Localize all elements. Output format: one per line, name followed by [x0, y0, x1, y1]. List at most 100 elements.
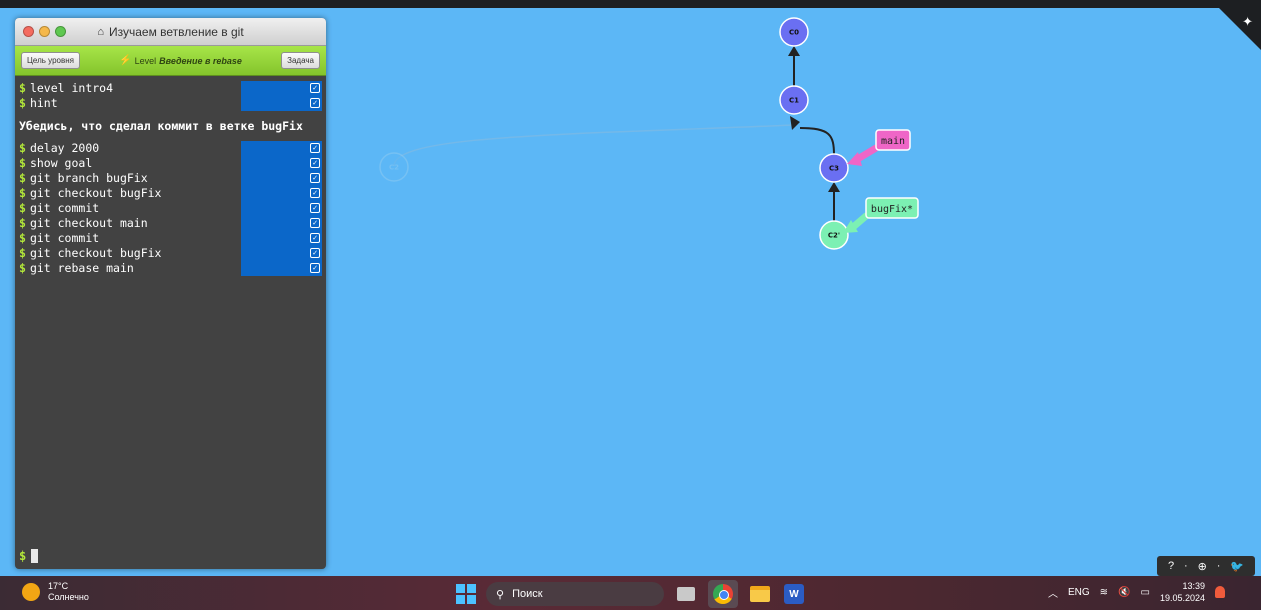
edge-c3-c1 [799, 127, 835, 156]
word-icon[interactable]: W [782, 582, 806, 606]
command-text: show goal [29, 156, 93, 170]
check-icon: ✓ [310, 98, 320, 108]
separator-dot: · [1216, 560, 1221, 572]
command-prompt[interactable]: $ [19, 549, 39, 563]
commit-node-c3[interactable]: C3 [819, 153, 849, 183]
clock-date: 19.05.2024 [1159, 593, 1206, 603]
sun-icon [22, 583, 40, 601]
terminal-titlebar[interactable]: ⌂ Изучаем ветвление в git [15, 18, 326, 46]
commit-label-c1: C1 [789, 97, 799, 105]
check-icon: ✓ [310, 263, 320, 273]
command-row: $ delay 2000 ✓ [15, 141, 326, 156]
task-button[interactable]: Задача [281, 52, 320, 69]
command-row: $ git commit ✓ [15, 231, 326, 246]
hint-message: Убедись, что сделал коммит в ветке bugFi… [19, 119, 303, 133]
branch-bugfix[interactable]: bugFix* [843, 197, 919, 233]
command-text: git branch bugFix [29, 171, 148, 185]
command-text: git checkout bugFix [29, 246, 162, 260]
home-icon: ⌂ [97, 25, 104, 38]
wifi-icon[interactable]: ≋ [1100, 587, 1108, 598]
clock-time: 13:39 [1182, 581, 1206, 591]
window-title-text: Изучаем ветвление в git [108, 24, 244, 39]
commit-label-c2-ghost: C2 [389, 164, 399, 172]
commit-node-c0[interactable]: C0 [779, 17, 809, 47]
weather-condition: Солнечно [48, 592, 89, 602]
command-row: $ level intro4 ✓ [15, 81, 326, 96]
check-icon: ✓ [310, 203, 320, 213]
check-icon: ✓ [310, 143, 320, 153]
clock[interactable]: 13:39 19.05.2024 [1160, 580, 1205, 604]
command-row: $ git checkout bugFix ✓ [15, 246, 326, 261]
close-button[interactable] [23, 26, 34, 37]
command-text: delay 2000 [29, 141, 100, 155]
branch-main[interactable]: main [847, 129, 911, 166]
help-bar: ? · ⊕ · 🐦 [1157, 556, 1255, 576]
minimize-button[interactable] [39, 26, 50, 37]
command-text: git commit [29, 231, 100, 245]
command-text: git checkout bugFix [29, 186, 162, 200]
speaker-muted-icon[interactable]: 🔇 [1118, 587, 1130, 598]
commit-node-c2-ghost: C2 [379, 152, 409, 182]
maximize-button[interactable] [55, 26, 66, 37]
command-text: level intro4 [29, 81, 114, 95]
commit-label-c0: C0 [789, 29, 799, 37]
check-icon: ✓ [310, 188, 320, 198]
terminal-window: ⌂ Изучаем ветвление в git Цель уровня ⚡ … [15, 18, 326, 569]
command-row: $ show goal ✓ [15, 156, 326, 171]
text-cursor [31, 549, 39, 563]
arrow-c2p-c3 [828, 182, 840, 192]
level-name: Введение в rebase [159, 55, 242, 66]
level-toolbar: Цель уровня ⚡ Level Введение в rebase За… [15, 46, 326, 76]
file-explorer-icon[interactable] [748, 582, 772, 606]
battery-icon[interactable]: ▭ [1141, 587, 1150, 598]
chrome-icon[interactable] [708, 580, 738, 608]
search-placeholder: Поиск [512, 588, 543, 600]
command-row: $ git branch bugFix ✓ [15, 171, 326, 186]
taskbar-apps: ⚲ Поиск W [456, 580, 806, 608]
window-title: ⌂ Изучаем ветвление в git [97, 25, 243, 39]
command-text: git rebase main [29, 261, 134, 275]
prompt-symbol: $ [19, 549, 27, 563]
separator-dot: · [1184, 560, 1188, 572]
commit-node-c1[interactable]: C1 [779, 85, 809, 115]
arrow-c1-c0 [788, 46, 800, 56]
help-icon[interactable]: ? [1168, 560, 1174, 572]
temperature: 17°C [48, 581, 69, 591]
command-text: hint [29, 96, 58, 110]
command-row: $ git checkout main ✓ [15, 216, 326, 231]
chevron-up-icon[interactable]: ︿ [1048, 585, 1058, 600]
check-icon: ✓ [310, 83, 320, 93]
goal-button[interactable]: Цель уровня [21, 52, 80, 69]
check-icon: ✓ [310, 158, 320, 168]
commit-label-c2-prime: C2' [828, 232, 840, 240]
search-icon: ⚲ [496, 588, 505, 601]
windows-start-icon[interactable] [456, 584, 476, 604]
check-icon: ✓ [310, 173, 320, 183]
task-view-icon[interactable] [674, 582, 698, 606]
command-row: $ git rebase main ✓ [15, 261, 326, 276]
twitter-icon[interactable]: 🐦 [1230, 560, 1244, 573]
globe-icon[interactable]: ⊕ [1198, 560, 1207, 573]
command-text: git checkout main [29, 216, 148, 230]
pin-icon[interactable]: ✦ [1242, 14, 1253, 30]
command-row: $ hint ✓ [15, 96, 326, 111]
window-controls [23, 26, 66, 37]
branch-label-bugfix: bugFix* [871, 204, 913, 215]
system-tray: ︿ ENG ≋ 🔇 ▭ 13:39 19.05.2024 [1048, 580, 1226, 604]
commit-label-c3: C3 [829, 165, 839, 173]
level-title[interactable]: ⚡ Level Введение в rebase [119, 55, 242, 66]
corner-ribbon[interactable] [1219, 8, 1261, 50]
taskbar-search[interactable]: ⚲ Поиск [486, 582, 664, 606]
weather-widget[interactable]: 17°C Солнечно [22, 581, 89, 603]
branch-label-main: main [881, 136, 905, 147]
taskbar: 17°C Солнечно ⚲ Поиск W ︿ ENG ≋ 🔇 ▭ 13:3… [0, 576, 1261, 610]
check-icon: ✓ [310, 248, 320, 258]
arrow-c3-c1 [790, 116, 800, 130]
command-row: $ git commit ✓ [15, 201, 326, 216]
edge-c2-c1 [393, 124, 795, 167]
commit-node-c2-prime[interactable]: C2' [819, 220, 849, 250]
language-indicator[interactable]: ENG [1068, 587, 1090, 598]
check-icon: ✓ [310, 233, 320, 243]
notification-bell-icon[interactable] [1215, 586, 1226, 598]
level-prefix: Level [134, 55, 157, 66]
